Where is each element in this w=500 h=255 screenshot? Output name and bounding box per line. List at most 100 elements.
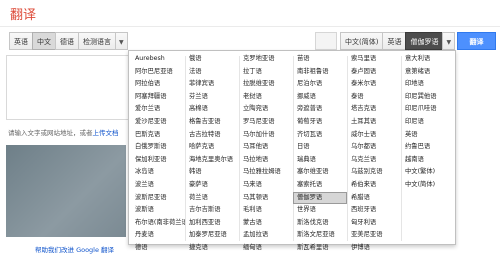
language-option[interactable]: 印尼爪哇语: [401, 103, 455, 116]
language-option[interactable]: 马其顿语: [239, 192, 293, 205]
language-option[interactable]: 塞尔维亚语: [293, 166, 347, 179]
source-tab-chinese[interactable]: 中文: [32, 32, 56, 50]
language-option[interactable]: 索马里语: [347, 53, 401, 66]
language-option[interactable]: 荷兰语: [185, 192, 239, 205]
language-option[interactable]: 英语: [401, 129, 455, 142]
language-option[interactable]: 爱沙尼亚语: [131, 116, 185, 129]
language-option[interactable]: 豪萨语: [185, 179, 239, 192]
language-option[interactable]: 齐切瓦语: [293, 129, 347, 142]
language-option[interactable]: 意大利语: [401, 53, 455, 66]
language-option[interactable]: 威尔士语: [347, 129, 401, 142]
language-option[interactable]: 塞索托语: [293, 179, 347, 192]
language-option[interactable]: 日语: [293, 141, 347, 154]
language-option[interactable]: 罗马尼亚语: [239, 116, 293, 129]
language-option[interactable]: 匈牙利语: [347, 217, 401, 230]
target-language-dropdown-button[interactable]: ▼: [442, 32, 456, 50]
language-option[interactable]: 丹麦语: [131, 229, 185, 242]
language-option[interactable]: 中文(繁体): [401, 166, 455, 179]
language-option[interactable]: 斯洛文尼亚语: [293, 229, 347, 242]
language-option[interactable]: 挪威语: [293, 91, 347, 104]
language-option[interactable]: 马拉地语: [239, 154, 293, 167]
source-tab-german[interactable]: 德语: [55, 32, 79, 50]
language-option[interactable]: 马尔加什语: [239, 129, 293, 142]
language-option[interactable]: 布尔语(南非荷兰语): [131, 217, 185, 230]
language-option[interactable]: 塔吉克语: [347, 103, 401, 116]
language-option[interactable]: 世界语: [293, 204, 347, 217]
language-option[interactable]: 波斯尼亚语: [131, 192, 185, 205]
language-option[interactable]: 泰米尔语: [347, 78, 401, 91]
language-option[interactable]: 越南语: [401, 154, 455, 167]
source-tab-english[interactable]: 英语: [9, 32, 33, 50]
language-option[interactable]: 南非祖鲁语: [293, 66, 347, 79]
source-language-dropdown-button[interactable]: ▼: [115, 32, 128, 50]
language-option[interactable]: 西班牙语: [347, 204, 401, 217]
upload-document-link[interactable]: 上传文档: [93, 129, 119, 137]
language-option[interactable]: 波兰语: [131, 179, 185, 192]
language-option[interactable]: 法语: [185, 66, 239, 79]
source-text-input[interactable]: [6, 55, 131, 120]
language-option[interactable]: 吉尔吉斯语: [185, 204, 239, 217]
language-option[interactable]: 旁遮普语: [293, 103, 347, 116]
language-option[interactable]: 加泰罗尼亚语: [185, 229, 239, 242]
language-option[interactable]: 格鲁吉亚语: [185, 116, 239, 129]
language-option[interactable]: 僧伽罗语: [293, 191, 347, 205]
translate-button[interactable]: 翻译: [457, 32, 496, 50]
language-option[interactable]: 立陶宛语: [239, 103, 293, 116]
source-tab-detect[interactable]: 检测语言: [78, 32, 116, 50]
language-option[interactable]: 阿尔巴尼亚语: [131, 66, 185, 79]
language-option[interactable]: 冰岛语: [131, 166, 185, 179]
language-option[interactable]: 尼泊尔语: [293, 78, 347, 91]
language-option[interactable]: 葡萄牙语: [293, 116, 347, 129]
language-option[interactable]: 古吉拉特语: [185, 129, 239, 142]
language-option[interactable]: 泰卢固语: [347, 66, 401, 79]
language-option[interactable]: 拉丁语: [239, 66, 293, 79]
language-option[interactable]: 哈萨克语: [185, 141, 239, 154]
language-option[interactable]: 斯洛伐克语: [293, 217, 347, 230]
language-option[interactable]: 爱尔兰语: [131, 103, 185, 116]
language-option[interactable]: Aurebesh: [131, 53, 185, 66]
language-option[interactable]: 意第绪语: [401, 66, 455, 79]
language-option[interactable]: 波斯语: [131, 204, 185, 217]
language-option[interactable]: 老挝语: [239, 91, 293, 104]
target-tab-chinese-simplified[interactable]: 中文(简体): [340, 32, 384, 50]
swap-languages-button[interactable]: [315, 32, 337, 50]
language-option[interactable]: 马耳他语: [239, 141, 293, 154]
language-option[interactable]: 俄语: [185, 53, 239, 66]
language-column-1: Aurebesh 阿尔巴尼亚语 阿拉伯语 阿塞拜疆语 爱尔兰语 爱沙尼亚语 巴斯克语 白俄罗斯…: [131, 53, 185, 255]
language-option[interactable]: 克罗地亚语: [239, 53, 293, 66]
language-option[interactable]: 巴斯克语: [131, 129, 185, 142]
target-tab-sinhala[interactable]: 僧伽罗语: [405, 32, 444, 50]
language-option[interactable]: 孟加拉语: [239, 229, 293, 242]
language-option[interactable]: 拉脱维亚语: [239, 78, 293, 91]
language-option[interactable]: 印地语: [401, 78, 455, 91]
language-option[interactable]: 约鲁巴语: [401, 141, 455, 154]
language-option[interactable]: 乌兹别克语: [347, 166, 401, 179]
language-option[interactable]: 菲律宾语: [185, 78, 239, 91]
language-option[interactable]: 希伯来语: [347, 179, 401, 192]
language-option[interactable]: 印尼巽他语: [401, 91, 455, 104]
language-option[interactable]: 乌尔都语: [347, 141, 401, 154]
language-option[interactable]: 马来语: [239, 179, 293, 192]
language-option[interactable]: 海地克里奥尔语: [185, 154, 239, 167]
language-option[interactable]: 中文(简体): [401, 179, 455, 192]
language-option[interactable]: 毛利语: [239, 204, 293, 217]
language-option[interactable]: 阿拉伯语: [131, 78, 185, 91]
language-option[interactable]: 白俄罗斯语: [131, 141, 185, 154]
language-option[interactable]: 马拉雅拉姆语: [239, 166, 293, 179]
language-option[interactable]: 芬兰语: [185, 91, 239, 104]
language-option[interactable]: 乌克兰语: [347, 154, 401, 167]
language-option[interactable]: 印尼语: [401, 116, 455, 129]
language-option[interactable]: 蒙古语: [239, 217, 293, 230]
language-option[interactable]: 土耳其语: [347, 116, 401, 129]
language-option[interactable]: 瑞典语: [293, 154, 347, 167]
language-option[interactable]: 苗语: [293, 53, 347, 66]
language-option[interactable]: 高棉语: [185, 103, 239, 116]
language-option[interactable]: 希腊语: [347, 192, 401, 205]
language-option[interactable]: 韩语: [185, 166, 239, 179]
language-option[interactable]: 保加利亚语: [131, 154, 185, 167]
language-option[interactable]: 加利西亚语: [185, 217, 239, 230]
language-option[interactable]: 阿塞拜疆语: [131, 91, 185, 104]
language-option[interactable]: 泰语: [347, 91, 401, 104]
language-option[interactable]: 亚美尼亚语: [347, 229, 401, 242]
target-tab-english[interactable]: 英语: [382, 32, 407, 50]
